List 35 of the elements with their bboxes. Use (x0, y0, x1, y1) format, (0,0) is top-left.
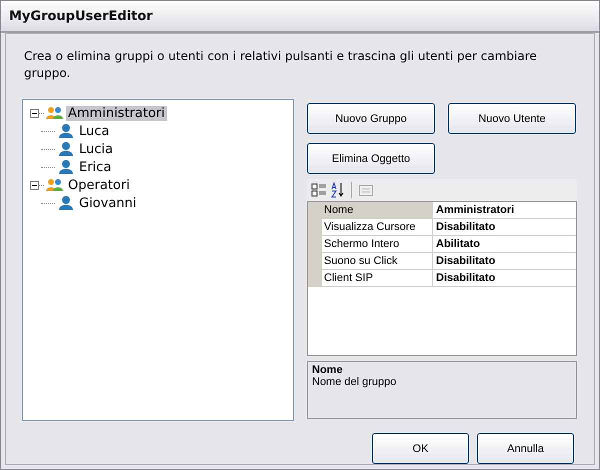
property-name[interactable]: Schermo Intero (322, 236, 433, 252)
window-title: MyGroupUserEditor (9, 8, 153, 24)
user-icon (57, 123, 75, 139)
collapse-toggle[interactable] (30, 108, 39, 118)
property-name[interactable]: Suono su Click (322, 253, 433, 269)
property-value[interactable]: Disabilitato (433, 219, 576, 235)
action-button[interactable]: Nuovo Utente (448, 103, 576, 134)
sort-icon[interactable] (331, 182, 345, 198)
property-name[interactable]: Nome (322, 202, 433, 218)
property-value[interactable]: Disabilitato (433, 253, 576, 269)
tree-item[interactable]: Lucia (77, 142, 115, 156)
description-title: Nome (312, 364, 343, 376)
tree-item[interactable]: Erica (77, 160, 114, 174)
user-icon (57, 159, 75, 175)
property-value[interactable]: Disabilitato (433, 270, 576, 286)
property-name[interactable]: Visualizza Cursore (322, 219, 433, 235)
tree-item[interactable]: Giovanni (77, 196, 138, 210)
tree-item[interactable]: Amministratori (66, 106, 167, 120)
collapse-toggle[interactable] (30, 180, 39, 190)
users-icon (46, 177, 64, 193)
user-icon (57, 141, 75, 157)
action-button[interactable]: Elimina Oggetto (307, 143, 435, 174)
users-icon (46, 105, 64, 121)
user-icon (57, 195, 75, 211)
instruction-text: Crea o elimina gruppi o utenti con i relativi pulsanti e trascina gli utenti per cambiare gruppo. (24, 48, 538, 82)
categorized-icon[interactable] (311, 182, 327, 198)
property-value[interactable]: Amministratori (433, 202, 576, 218)
tree-item[interactable]: Luca (77, 124, 112, 138)
tree-item[interactable]: Operatori (66, 178, 132, 192)
description-text: Nome del gruppo (312, 376, 396, 388)
property-name[interactable]: Client SIP (322, 270, 433, 286)
property-value[interactable]: Abilitato (433, 236, 576, 252)
action-button[interactable]: Nuovo Gruppo (307, 103, 435, 134)
dialog-button[interactable]: OK (372, 433, 469, 464)
dialog-button[interactable]: Annulla (477, 433, 574, 464)
